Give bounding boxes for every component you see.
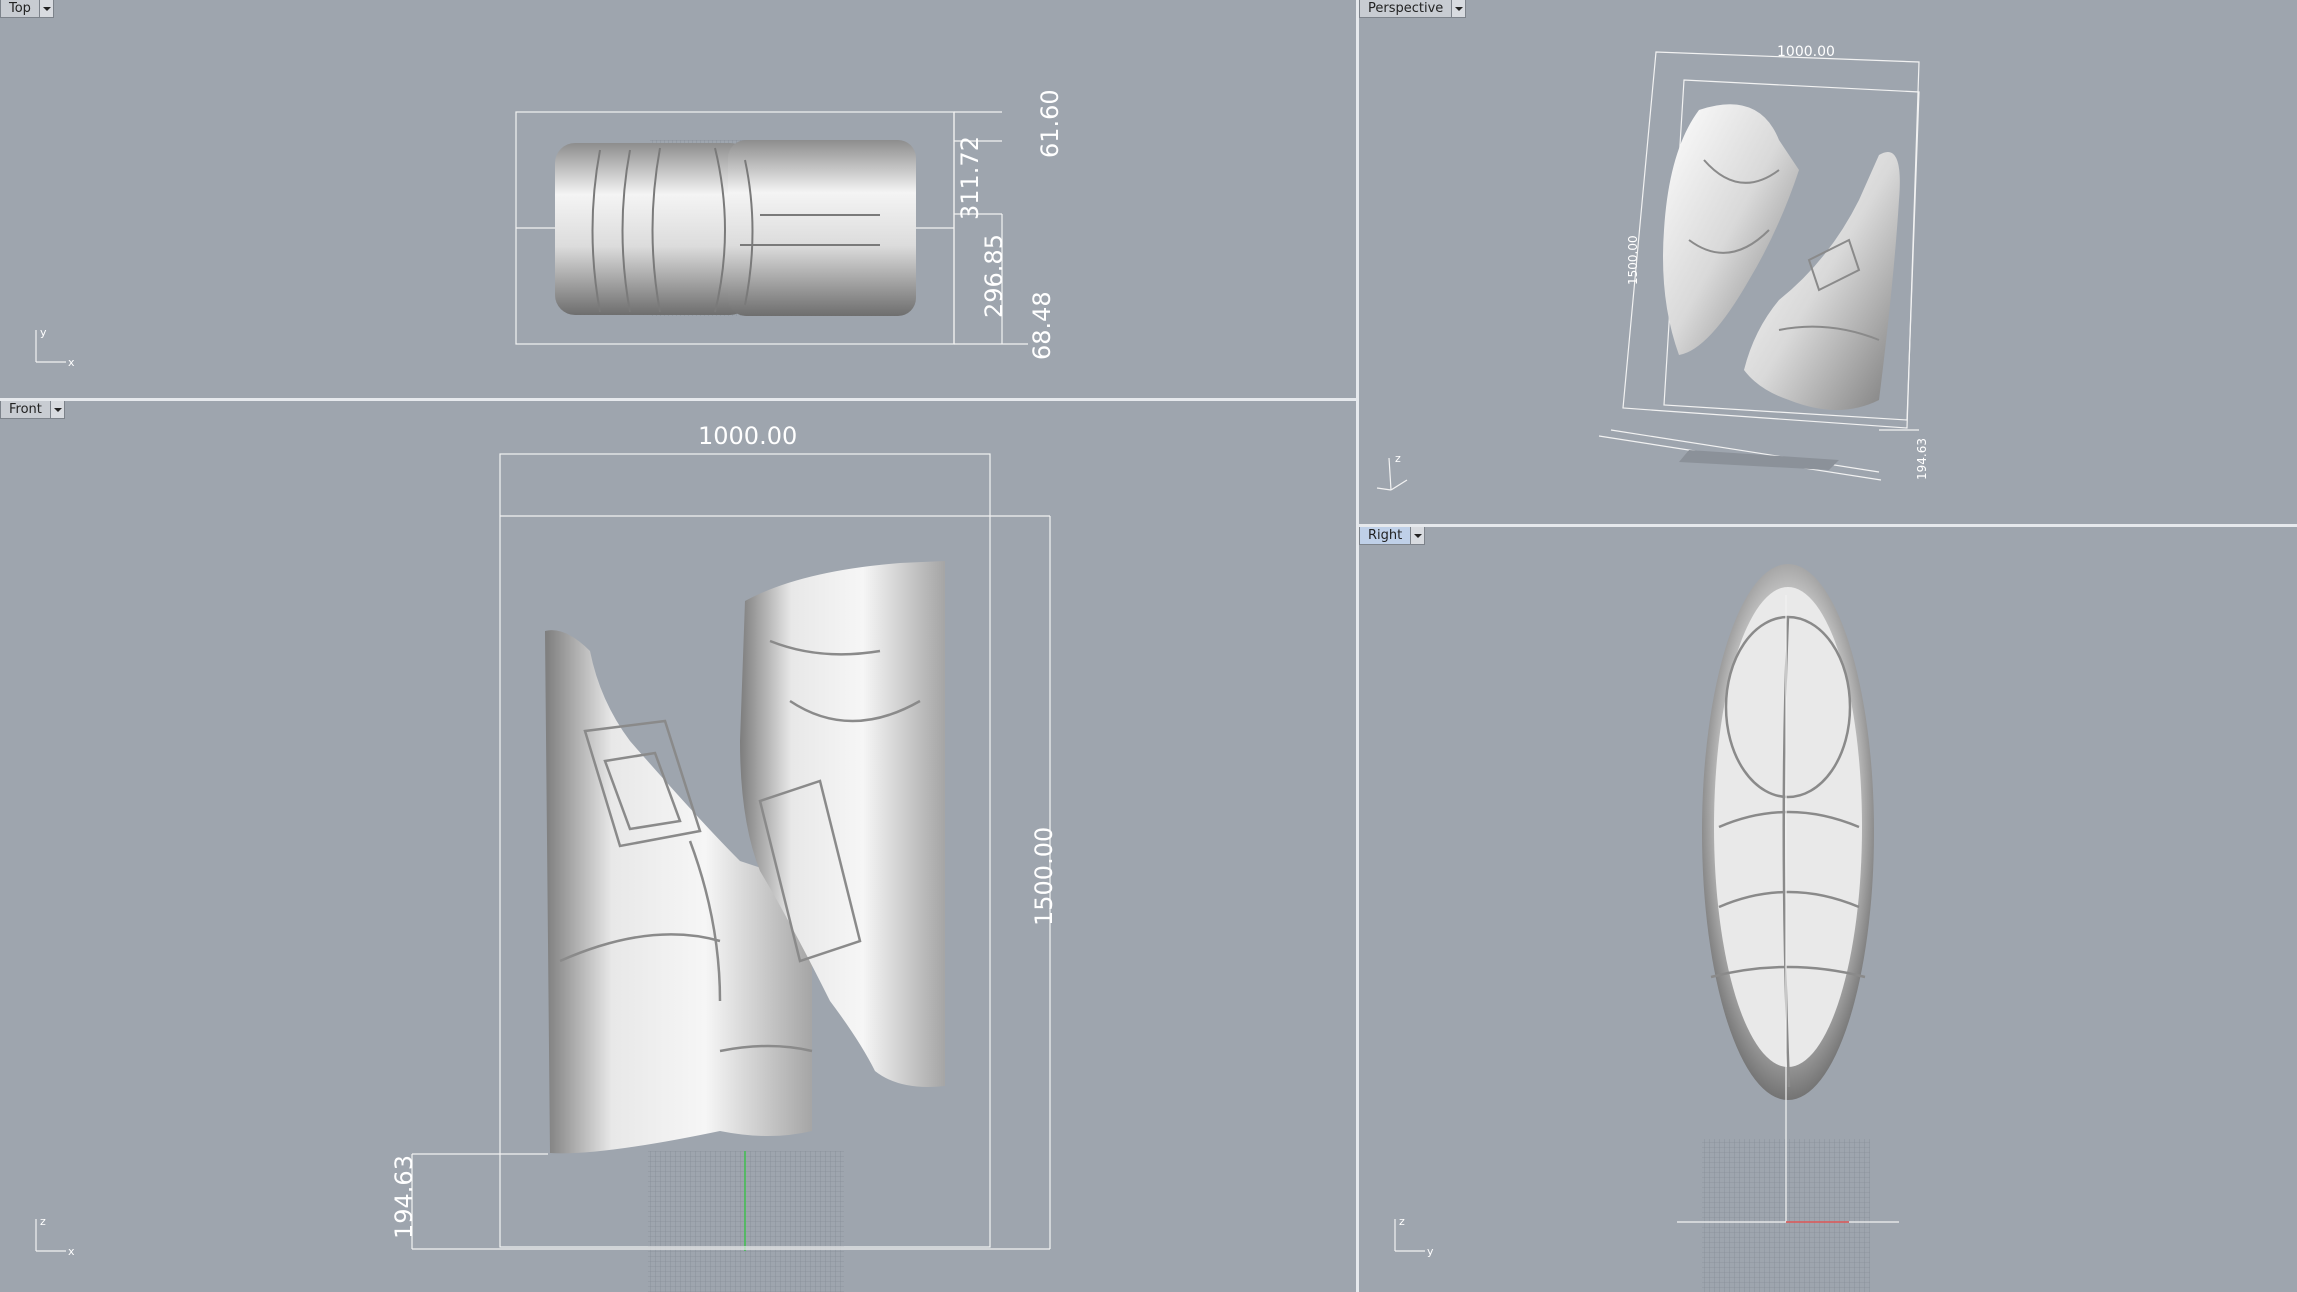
axis-label-b: x bbox=[68, 1245, 75, 1258]
axis-label-b: y bbox=[1427, 1245, 1434, 1258]
viewport-tab-right[interactable]: Right bbox=[1359, 527, 1426, 545]
shoe-top-right bbox=[728, 140, 916, 316]
axis-label-a: z bbox=[1399, 1215, 1405, 1228]
viewport-menu-icon[interactable] bbox=[1411, 527, 1426, 545]
front-view-canvas: 1000.00 1500.00 194.63 z x bbox=[35, 422, 1058, 1292]
top-view-canvas: 61.60 311.72 296.85 68.48 y x bbox=[35, 89, 1064, 369]
viewport-tab-top[interactable]: Top bbox=[0, 0, 54, 18]
viewport-perspective[interactable]: Perspective 1000.00 1500.00 194.63 z bbox=[1359, 0, 2297, 524]
dimension-label: 311.72 bbox=[956, 136, 984, 220]
viewport-label: Front bbox=[0, 401, 51, 419]
right-view-canvas: z y bbox=[1394, 564, 1899, 1292]
dimension-label: 1500.00 bbox=[1626, 235, 1640, 285]
viewport-label: Perspective bbox=[1359, 0, 1453, 18]
axis-gizmo bbox=[1376, 457, 1408, 491]
dimension-label: 61.60 bbox=[1036, 89, 1064, 158]
axis-label-a: z bbox=[1395, 452, 1401, 465]
axis-label-a: y bbox=[40, 326, 47, 339]
axis-label-a: z bbox=[40, 1215, 46, 1228]
dimension-label: 194.63 bbox=[1915, 438, 1929, 480]
viewport-menu-icon[interactable] bbox=[39, 0, 54, 18]
viewport-menu-icon[interactable] bbox=[50, 401, 65, 419]
viewport-top[interactable]: Top 61.60 311.72 296.85 68.48 y x bbox=[0, 0, 1356, 398]
ground-grid bbox=[648, 1151, 844, 1292]
dimension-label: 1000.00 bbox=[1777, 44, 1835, 60]
dimension-label: 1500.00 bbox=[1030, 827, 1058, 926]
viewport-label: Top bbox=[0, 0, 40, 18]
viewport-right[interactable]: Right z y bbox=[1359, 527, 2297, 1292]
dimension-label: 68.48 bbox=[1028, 291, 1056, 360]
dimension-label: 1000.00 bbox=[698, 422, 797, 450]
viewport-tab-front[interactable]: Front bbox=[0, 401, 65, 419]
dimension-label: 194.63 bbox=[390, 1155, 418, 1239]
perspective-view-canvas: 1000.00 1500.00 194.63 z bbox=[1376, 44, 1929, 491]
dimension-label: 296.85 bbox=[980, 234, 1008, 318]
viewport-tab-perspective[interactable]: Perspective bbox=[1359, 0, 1467, 18]
viewport-label: Right bbox=[1359, 527, 1412, 545]
axis-label-b: x bbox=[68, 356, 75, 369]
viewport-front[interactable]: Front 1000.00 1500.00 194.63 z x bbox=[0, 401, 1356, 1292]
viewport-menu-icon[interactable] bbox=[1452, 0, 1467, 18]
